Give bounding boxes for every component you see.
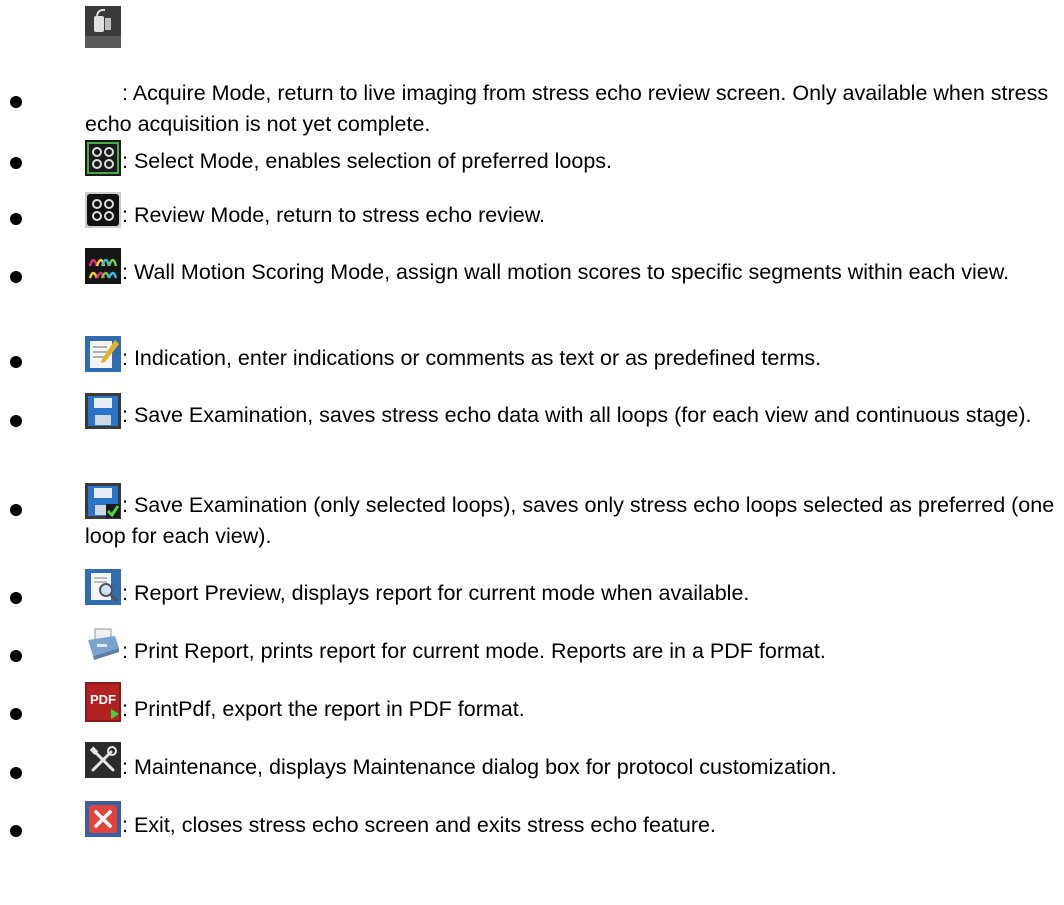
- bullet: [10, 356, 22, 368]
- item-text: : Report Preview, displays report for cu…: [122, 581, 750, 605]
- bullet: [10, 96, 22, 108]
- item-text: : Save Examination (only selected loops)…: [85, 493, 1055, 548]
- bullet: [10, 592, 22, 604]
- item-text: : Acquire Mode, return to live imaging f…: [85, 81, 1049, 136]
- item-text: : Maintenance, displays Maintenance dial…: [122, 755, 837, 779]
- bullet: [10, 504, 22, 516]
- bullet: [10, 708, 22, 720]
- item-text: : Indication, enter indications or comme…: [122, 346, 822, 370]
- item-text: : Select Mode, enables selection of pref…: [122, 149, 613, 173]
- item-text: : PrintPdf, export the report in PDF for…: [122, 697, 525, 721]
- item-text: : Exit, closes stress echo screen and ex…: [122, 813, 716, 837]
- bullet: [10, 650, 22, 662]
- acquire-mode-icon: [85, 6, 121, 48]
- bullet: [10, 271, 22, 283]
- bullet: [10, 157, 22, 169]
- item-text: : Save Examination, saves stress echo da…: [122, 403, 1032, 427]
- bullet: [10, 213, 22, 225]
- item-text: : Print Report, prints report for curren…: [122, 639, 826, 663]
- item-text: : Review Mode, return to stress echo rev…: [122, 203, 546, 227]
- item-text: : Wall Motion Scoring Mode, assign wall …: [122, 260, 1010, 284]
- bullet: [10, 415, 22, 427]
- bullet: [10, 767, 22, 779]
- bullet: [10, 825, 22, 837]
